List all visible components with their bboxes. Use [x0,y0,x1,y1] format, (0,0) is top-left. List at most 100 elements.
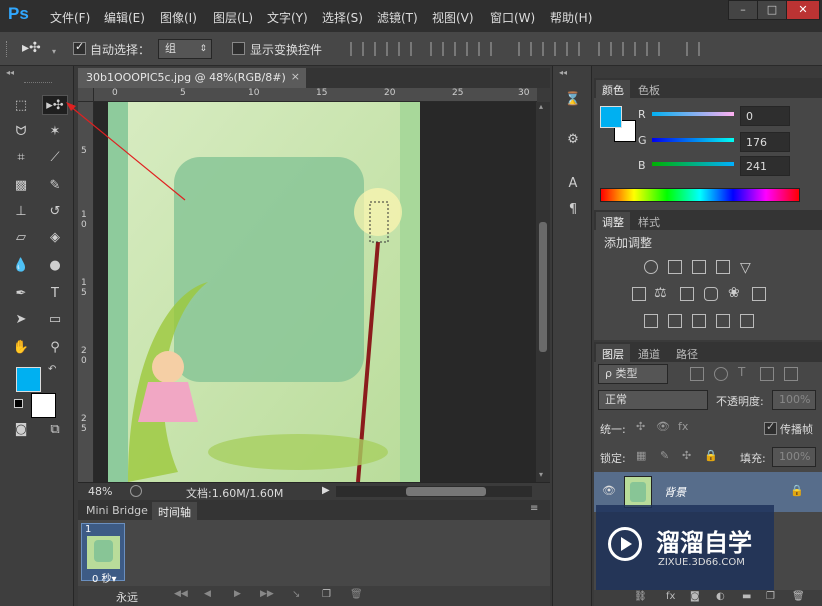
brightness-icon[interactable] [644,260,658,274]
menu-edit[interactable]: 编辑(E) [104,9,145,26]
distribute-top-icon[interactable] [518,42,532,56]
r-value-input[interactable]: 0 [740,106,790,126]
character-panel-icon[interactable]: A [562,174,584,194]
threshold-icon[interactable] [692,314,706,328]
path-selection-tool-icon[interactable]: ➤ [10,310,32,330]
next-frame-icon[interactable]: ▶▶ [260,589,274,599]
color-spectrum-bar[interactable] [600,188,800,202]
new-adjustment-icon[interactable]: ◐ [716,591,725,602]
tween-icon[interactable]: ↘ [292,589,300,600]
invert-icon[interactable] [644,314,658,328]
rectangle-tool-icon[interactable]: ▭ [44,310,66,330]
menu-help[interactable]: 帮助(H) [550,9,592,26]
unify-position-icon[interactable]: ✣ [636,420,645,433]
lock-position-icon[interactable]: ✣ [682,449,691,462]
play-icon[interactable]: ▶ [234,589,241,599]
collapse-icon[interactable]: ◂◂ [559,68,567,77]
maximize-button[interactable]: □ [757,0,787,20]
distribute-right-icon[interactable] [646,42,660,56]
filter-type-icon[interactable]: T [738,365,745,379]
document-tab[interactable]: 30b1OOOPIC5c.jpg @ 48%(RGB/8#) × [78,68,306,88]
align-hcenter-icon[interactable] [454,42,468,56]
duplicate-frame-icon[interactable]: ❐ [322,589,331,600]
new-group-icon[interactable]: ▬ [742,591,751,602]
filter-smart-object-icon[interactable] [784,367,798,381]
background-color-swatch[interactable] [31,393,56,418]
delete-layer-icon[interactable]: 🗑 [792,591,805,602]
tab-color[interactable]: 颜色 [596,80,630,98]
g-slider[interactable] [652,138,734,142]
clone-stamp-tool-icon[interactable]: ⊥ [10,202,32,222]
curves-icon[interactable] [692,260,706,274]
scroll-thumb[interactable] [539,222,547,352]
add-mask-icon[interactable]: ◙ [690,591,700,602]
history-panel-icon[interactable]: ⌛ [562,90,584,110]
eraser-tool-icon[interactable]: ▱ [10,228,32,248]
tab-paths[interactable]: 路径 [670,344,704,362]
lock-image-icon[interactable]: ✎ [660,449,669,462]
tab-layers[interactable]: 图层 [596,344,630,362]
r-slider[interactable] [652,112,734,116]
align-top-icon[interactable] [350,42,364,56]
tab-adjustments[interactable]: 调整 [596,212,630,230]
dodge-tool-icon[interactable]: ● [44,256,66,276]
distribute-hcenter-icon[interactable] [622,42,636,56]
paint-bucket-tool-icon[interactable]: ◈ [44,228,66,248]
tab-timeline[interactable]: 时间轴 [152,502,197,520]
menu-select[interactable]: 选择(S) [322,9,363,26]
align-vcenter-icon[interactable] [374,42,388,56]
crop-tool-icon[interactable]: ⌗ [10,148,32,168]
scroll-thumb[interactable] [406,487,486,496]
proof-icon[interactable] [130,485,142,497]
default-colors-icon[interactable] [14,399,23,408]
filter-adjustment-icon[interactable] [714,367,728,381]
selective-color-icon[interactable] [716,314,730,328]
tab-mini-bridge[interactable]: Mini Bridge [80,502,154,520]
menu-type[interactable]: 文字(Y) [267,9,308,26]
menu-window[interactable]: 窗口(W) [490,9,535,26]
blend-mode-dropdown[interactable]: 正常 [598,390,708,410]
menu-image[interactable]: 图像(I) [160,9,197,26]
marquee-tool-icon[interactable]: ⬚ [10,96,32,116]
blur-tool-icon[interactable]: 💧 [10,256,32,276]
vibrance-icon[interactable]: ▽ [740,260,751,276]
tab-channels[interactable]: 通道 [632,344,666,362]
frame-delay[interactable]: 0 秒▾ [92,570,117,585]
zoom-level[interactable]: 48% [88,485,112,498]
zoom-tool-icon[interactable]: ⚲ [44,338,66,358]
black-white-icon[interactable] [680,287,694,301]
panel-menu-icon[interactable]: ≡ [530,503,538,514]
gradient-map-icon[interactable] [740,314,754,328]
add-style-icon[interactable]: fx [666,591,675,602]
lasso-tool-icon[interactable]: ᗢ [10,122,32,142]
menu-filter[interactable]: 滤镜(T) [377,9,418,26]
visibility-eye-icon[interactable]: 👁 [602,484,616,497]
tab-swatches[interactable]: 色板 [632,80,666,98]
new-layer-icon[interactable]: ❐ [766,591,775,602]
layer-name[interactable]: 背景 [664,484,686,500]
b-slider[interactable] [652,162,734,166]
filter-pixel-icon[interactable] [690,367,704,381]
opacity-input[interactable]: 100% [772,390,816,410]
distribute-vcenter-icon[interactable] [542,42,556,56]
first-frame-icon[interactable]: ◀◀ [174,589,188,599]
auto-align-icon[interactable] [686,42,700,56]
color-balance-icon[interactable]: ⚖ [654,285,667,301]
menu-file[interactable]: 文件(F) [50,9,90,26]
align-right-icon[interactable] [478,42,492,56]
loop-dropdown[interactable]: 永远 [116,589,138,605]
propagate-checkbox[interactable]: ✓ [764,420,777,435]
scroll-down-icon[interactable]: ▾ [539,470,543,479]
auto-select-dropdown[interactable]: 组 ⇕ [158,39,212,59]
levels-icon[interactable] [668,260,682,274]
unify-style-icon[interactable]: fx [678,420,688,433]
properties-panel-icon[interactable]: ⚙ [562,130,584,150]
minimize-button[interactable]: – [728,0,758,20]
scroll-up-icon[interactable]: ▴ [539,102,543,111]
hue-saturation-icon[interactable] [632,287,646,301]
layer-kind-filter[interactable]: ρ 类型 [598,364,668,384]
fill-input[interactable]: 100% [772,447,816,467]
prev-frame-icon[interactable]: ◀ [204,589,211,599]
posterize-icon[interactable] [668,314,682,328]
quick-mask-icon[interactable]: ◙ [10,420,32,440]
